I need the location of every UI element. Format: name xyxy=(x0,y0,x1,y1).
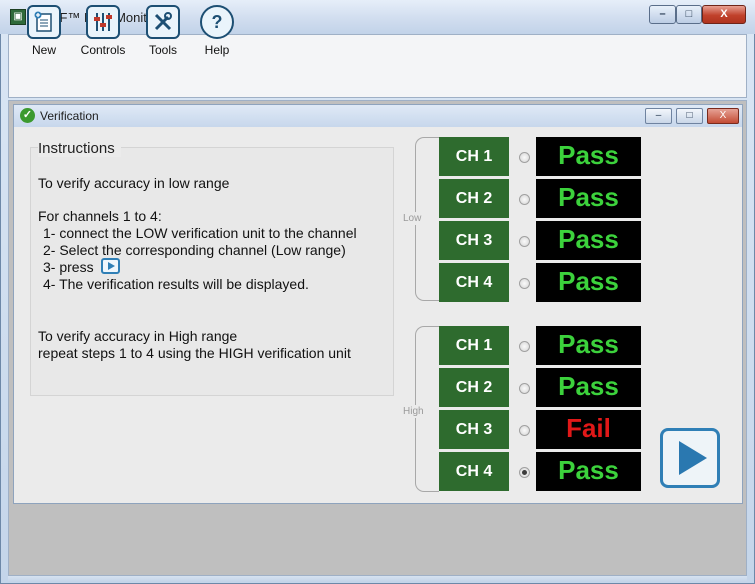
instructions-heading: Instructions xyxy=(38,140,121,157)
high-ch2-result: Pass xyxy=(536,368,641,407)
step-2: 2- Select the corresponding channel (Low… xyxy=(43,242,346,258)
high-range-intro: To verify accuracy in High range xyxy=(38,328,238,344)
new-label: New xyxy=(31,43,56,57)
high-ch3-button[interactable]: CH 3 xyxy=(439,410,509,449)
new-document-icon xyxy=(27,5,61,39)
high-ch1-result: Pass xyxy=(536,326,641,365)
step-1: 1- connect the LOW verification unit to … xyxy=(43,225,357,241)
high-ch2-button[interactable]: CH 2 xyxy=(439,368,509,407)
high-group-label: High xyxy=(403,405,424,418)
high-ch2-radio[interactable] xyxy=(519,383,530,394)
help-button[interactable]: ? Help xyxy=(193,5,241,57)
low-group-label: Low xyxy=(403,212,422,225)
low-ch1-result: Pass xyxy=(536,137,641,176)
high-ch3-radio[interactable] xyxy=(519,425,530,436)
channels-intro: For channels 1 to 4: xyxy=(38,208,162,224)
help-icon: ? xyxy=(200,5,234,39)
window-bottom-border xyxy=(8,576,747,582)
close-button[interactable]: X xyxy=(702,5,746,24)
low-ch1-button[interactable]: CH 1 xyxy=(439,137,509,176)
high-ch3-result: Fail xyxy=(536,410,641,449)
check-icon: ✓ xyxy=(20,108,35,123)
verification-title-bar[interactable] xyxy=(14,105,742,127)
minimize-button[interactable]: – xyxy=(649,5,676,24)
controls-button[interactable]: Controls xyxy=(79,5,127,57)
tools-icon xyxy=(146,5,180,39)
controls-label: Controls xyxy=(80,43,126,57)
tools-button[interactable]: Tools xyxy=(139,5,187,57)
verification-maximize-button[interactable]: □ xyxy=(676,108,703,124)
high-ch4-result: Pass xyxy=(536,452,641,491)
step-4: 4- The verification results will be disp… xyxy=(43,276,309,292)
maximize-button[interactable]: □ xyxy=(676,5,702,24)
sliders-icon xyxy=(86,5,120,39)
high-range-repeat: repeat steps 1 to 4 using the HIGH verif… xyxy=(38,345,351,361)
low-ch2-result: Pass xyxy=(536,179,641,218)
low-ch4-button[interactable]: CH 4 xyxy=(439,263,509,302)
low-ch2-radio[interactable] xyxy=(519,194,530,205)
verification-minimize-button[interactable]: – xyxy=(645,108,672,124)
verification-close-button[interactable]: X xyxy=(707,108,739,124)
low-ch4-radio[interactable] xyxy=(519,278,530,289)
tools-label: Tools xyxy=(148,43,177,57)
low-ch1-radio[interactable] xyxy=(519,152,530,163)
high-ch4-radio[interactable] xyxy=(519,467,530,478)
low-ch3-result: Pass xyxy=(536,221,641,260)
verification-title: Verification xyxy=(40,109,99,123)
run-verification-play-button[interactable] xyxy=(660,428,720,488)
low-ch4-result: Pass xyxy=(536,263,641,302)
help-label: Help xyxy=(204,43,230,57)
low-ch2-button[interactable]: CH 2 xyxy=(439,179,509,218)
low-range-intro: To verify accuracy in low range xyxy=(38,175,230,191)
new-button[interactable]: New xyxy=(20,5,68,57)
play-icon xyxy=(101,258,120,274)
low-ch3-button[interactable]: CH 3 xyxy=(439,221,509,260)
low-ch3-radio[interactable] xyxy=(519,236,530,247)
high-ch4-button[interactable]: CH 4 xyxy=(439,452,509,491)
step-3: 3- press xyxy=(43,259,94,275)
high-ch1-button[interactable]: CH 1 xyxy=(439,326,509,365)
high-ch1-radio[interactable] xyxy=(519,341,530,352)
